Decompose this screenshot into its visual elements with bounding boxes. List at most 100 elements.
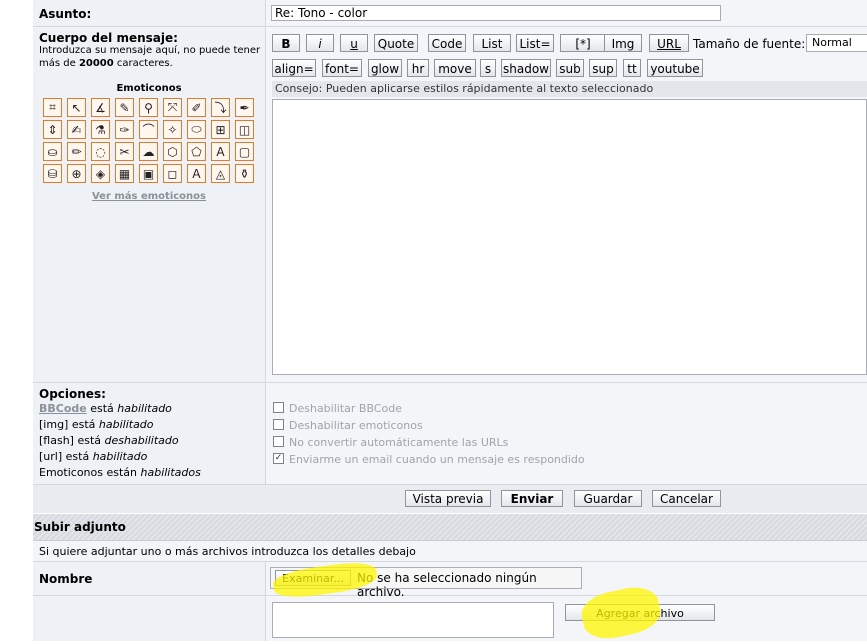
font-button[interactable]: font= (322, 59, 362, 77)
bucket-icon[interactable]: ⛁ (43, 164, 62, 183)
url-state: habilitado (92, 450, 148, 463)
img-text: [img] está (39, 418, 99, 431)
code-button[interactable]: Code (428, 34, 466, 52)
font-size-label: Tamaño de fuente: (693, 37, 806, 51)
transform-icon[interactable]: ⊞ (211, 120, 230, 139)
stamp-icon[interactable]: ⊕ (67, 164, 86, 183)
italic-button[interactable]: i (306, 34, 334, 52)
attachment-name-label: Nombre (39, 572, 93, 586)
options-checkbox-cell: Deshabilitar BBCode Deshabilitar emotico… (266, 383, 867, 484)
marker-icon[interactable]: ✏ (67, 142, 86, 161)
emo-text: Emoticonos están (39, 466, 141, 479)
img-status: [img] está habilitado (39, 418, 154, 431)
message-hint: Introduzca su mensaje aquí, no puede ten… (39, 44, 261, 70)
sponge-icon[interactable]: ⬡ (163, 142, 182, 161)
img-button[interactable]: Img (604, 34, 642, 52)
message-label: Cuerpo del mensaje: (39, 31, 178, 45)
type-icon[interactable]: A (211, 142, 230, 161)
resize-icon[interactable]: ⇕ (43, 120, 62, 139)
fill-icon[interactable]: ◈ (91, 164, 110, 183)
smudge-icon[interactable]: ☁ (139, 142, 158, 161)
list-ordered-button[interactable]: List= (516, 34, 554, 52)
ellipse-icon[interactable]: ⬭ (187, 120, 206, 139)
no-auto-urls-label: No convertir automáticamente las URLs (289, 436, 509, 449)
underline-button[interactable]: u (340, 34, 368, 52)
url-button[interactable]: URL (649, 34, 689, 52)
crop-icon[interactable]: ⌗ (43, 98, 62, 117)
flash-text: [flash] está (39, 434, 105, 447)
attachment-title: Subir adjunto (34, 520, 126, 534)
attachment-name-label-cell: Nombre (33, 562, 266, 595)
gradient-icon[interactable]: ◬ (211, 164, 230, 183)
attachment-comment-row: Agregar archivo (33, 596, 867, 641)
disable-emoticons-checkbox[interactable] (273, 419, 284, 430)
cube-icon[interactable]: ◫ (235, 120, 254, 139)
frame-icon[interactable]: ▣ (139, 164, 158, 183)
subject-input[interactable]: Re: Tono - color (271, 5, 721, 21)
attachment-name-row: Nombre Examinar... No se ha seleccionado… (33, 562, 867, 599)
options-info-cell: Opciones: BBCode está habilitado [img] e… (33, 383, 266, 484)
sup-button[interactable]: sup (589, 59, 617, 77)
text-icon[interactable]: Ａ (187, 164, 206, 183)
font-size-select[interactable]: Normal (806, 34, 867, 52)
grid-icon[interactable]: ▦ (115, 164, 134, 183)
message-label-cell: Cuerpo del mensaje: Introduzca su mensaj… (33, 27, 266, 382)
emoticons-status: Emoticonos están habilitados (39, 466, 201, 479)
pen-tool-icon[interactable]: ✑ (115, 120, 134, 139)
shape-icon[interactable]: ⬠ (187, 142, 206, 161)
path-icon[interactable]: ⤵ (211, 98, 230, 117)
align-button[interactable]: align= (272, 59, 316, 77)
hr-button[interactable]: hr (407, 59, 429, 77)
shadow-button[interactable]: shadow (501, 59, 551, 77)
bold-button[interactable]: B (272, 34, 300, 52)
paint-bucket-icon[interactable]: ⛀ (43, 142, 62, 161)
tt-button[interactable]: tt (623, 59, 641, 77)
wand-icon[interactable]: ✧ (163, 120, 182, 139)
pen-icon[interactable]: ✎ (115, 98, 134, 117)
email-notify-checkbox[interactable]: ✓ (273, 453, 284, 464)
brush-icon[interactable]: ✍ (67, 120, 86, 139)
save-button[interactable]: Guardar (574, 490, 642, 507)
strike-button[interactable]: s (480, 59, 496, 77)
disable-bbcode-label: Deshabilitar BBCode (289, 402, 402, 415)
flash-status: [flash] está deshabilitado (39, 434, 179, 447)
preview-button[interactable]: Vista previa (405, 490, 491, 507)
no-auto-urls-checkbox[interactable] (273, 436, 284, 447)
funnel-icon[interactable]: ⚱ (235, 164, 254, 183)
lasso-icon[interactable]: ⌒ (139, 120, 158, 139)
bbcode-link[interactable]: BBCode (39, 402, 87, 415)
bbcode-status: BBCode está habilitado (39, 402, 172, 415)
list-item-button[interactable]: [*] (560, 34, 606, 52)
attachment-comment-textarea[interactable] (272, 602, 554, 638)
message-textarea[interactable] (272, 99, 867, 375)
square-icon[interactable]: ◻ (163, 164, 182, 183)
magnifier-icon[interactable]: ⚲ (139, 98, 158, 117)
knife-icon[interactable]: ✂ (115, 142, 134, 161)
rectangle-icon[interactable]: ▢ (235, 142, 254, 161)
subject-input-cell: Re: Tono - color (266, 0, 867, 26)
attachment-header: Subir adjunto (33, 514, 867, 541)
list-button[interactable]: List (473, 34, 511, 52)
youtube-button[interactable]: youtube (647, 59, 703, 77)
blend-icon[interactable]: ◌ (91, 142, 110, 161)
node-icon[interactable]: ⤧ (163, 98, 182, 117)
hint-suffix: caracteres. (113, 58, 173, 69)
disable-bbcode-checkbox[interactable] (273, 402, 284, 413)
pointer-icon[interactable]: ↖ (67, 98, 86, 117)
eraser-icon[interactable]: ✐ (187, 98, 206, 117)
flash-state: deshabilitado (104, 434, 179, 447)
nib-icon[interactable]: ✒ (235, 98, 254, 117)
cancel-button[interactable]: Cancelar (652, 490, 721, 507)
compass-icon[interactable]: ∡ (91, 98, 110, 117)
disable-emoticons-label: Deshabilitar emoticonos (289, 419, 423, 432)
dropper-icon[interactable]: ⚗ (91, 120, 110, 139)
more-emoticons-link[interactable]: Ver más emoticonos (33, 191, 265, 202)
glow-button[interactable]: glow (368, 59, 402, 77)
bbcode-text: está (86, 402, 118, 415)
attachment-comment-cell: Agregar archivo (266, 596, 867, 641)
sub-button[interactable]: sub (556, 59, 584, 77)
move-button[interactable]: move (434, 59, 476, 77)
subject-label-cell: Asunto: (33, 0, 266, 26)
quote-button[interactable]: Quote (374, 34, 418, 52)
submit-button[interactable]: Enviar (501, 490, 563, 507)
